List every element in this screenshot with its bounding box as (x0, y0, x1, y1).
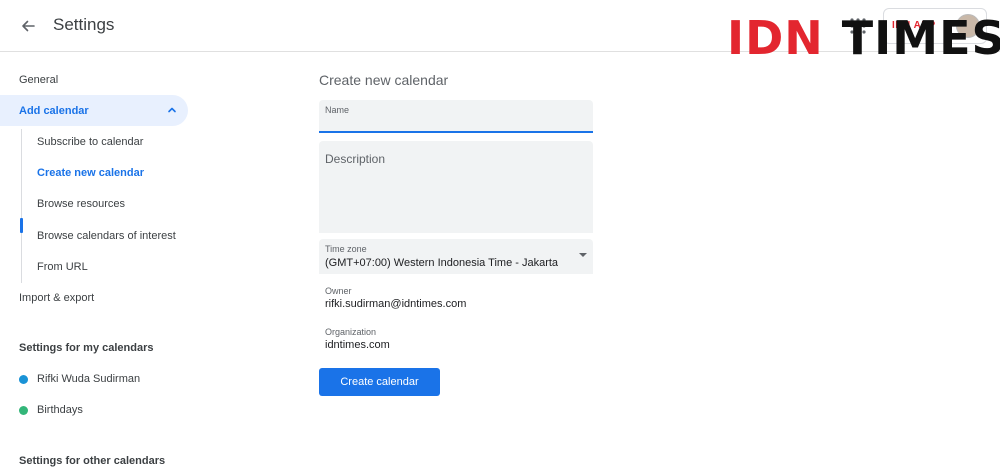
owner-label: Owner (325, 286, 352, 296)
sidebar-item-label: Create new calendar (37, 166, 144, 179)
sidebar-item-add-calendar[interactable]: Add calendar (0, 95, 188, 126)
sidebar-item-general[interactable]: General (0, 64, 188, 95)
sidebar-item-subscribe-to-calendar[interactable]: Subscribe to calendar (0, 126, 188, 157)
my-calendars-heading: Settings for my calendars (19, 342, 154, 354)
sidebar-item-label: General (19, 73, 59, 86)
page-title: Settings (53, 15, 115, 34)
calendar-color-dot (19, 405, 28, 415)
sidebar-item-label: Add calendar (19, 104, 89, 117)
timezone-select[interactable]: Time zone (GMT+07:00) Western Indonesia … (319, 239, 593, 274)
sidebar-item-calendar-birthdays[interactable]: Birthdays (19, 400, 83, 420)
create-calendar-form: Create new calendar Name Description Tim… (319, 52, 919, 474)
sidebar-item-label: Rifki Wuda Sudirman (37, 373, 141, 385)
sidebar-item-from-url[interactable]: From URL (0, 251, 188, 282)
timezone-label: Time zone (325, 244, 367, 254)
sidebar-item-label: Birthdays (37, 404, 83, 416)
description-field[interactable]: Description (319, 141, 593, 233)
organization-label: Organization (325, 327, 377, 337)
name-field[interactable]: Name (319, 100, 593, 133)
description-placeholder: Description (325, 152, 386, 166)
calendar-color-dot (19, 374, 28, 384)
chevron-up-icon (168, 107, 176, 113)
sidebar-item-label: Browse calendars of interest (37, 229, 176, 242)
form-title: Create new calendar (319, 72, 449, 88)
sidebar-item-browse-calendars-of-interest[interactable]: Browse calendars of interest (0, 220, 188, 251)
sidebar-item-import-export[interactable]: Import & export (0, 282, 188, 313)
sidebar: General Add calendar Subscribe to calend… (0, 52, 200, 474)
arrow-left-icon (22, 20, 35, 32)
organization-value: idntimes.com (325, 339, 390, 351)
sidebar-item-label: Import & export (19, 291, 95, 304)
sidebar-item-browse-resources[interactable]: Browse resources (0, 188, 188, 219)
create-calendar-button[interactable]: Create calendar (319, 368, 440, 396)
sidebar-item-label: Subscribe to calendar (37, 135, 144, 148)
dropdown-arrow-icon (579, 253, 587, 257)
sidebar-item-label: Browse resources (37, 197, 126, 210)
sidebar-item-create-new-calendar[interactable]: Create new calendar (0, 157, 188, 188)
back-button[interactable] (14, 12, 42, 40)
name-field-label: Name (325, 105, 350, 115)
owner-value: rifki.sudirman@idntimes.com (325, 298, 467, 310)
other-calendars-heading: Settings for other calendars (19, 455, 166, 467)
timezone-value: (GMT+07:00) Western Indonesia Time - Jak… (325, 257, 559, 269)
sidebar-item-calendar-rifki[interactable]: Rifki Wuda Sudirman (19, 369, 140, 389)
sidebar-item-label: From URL (37, 260, 88, 273)
